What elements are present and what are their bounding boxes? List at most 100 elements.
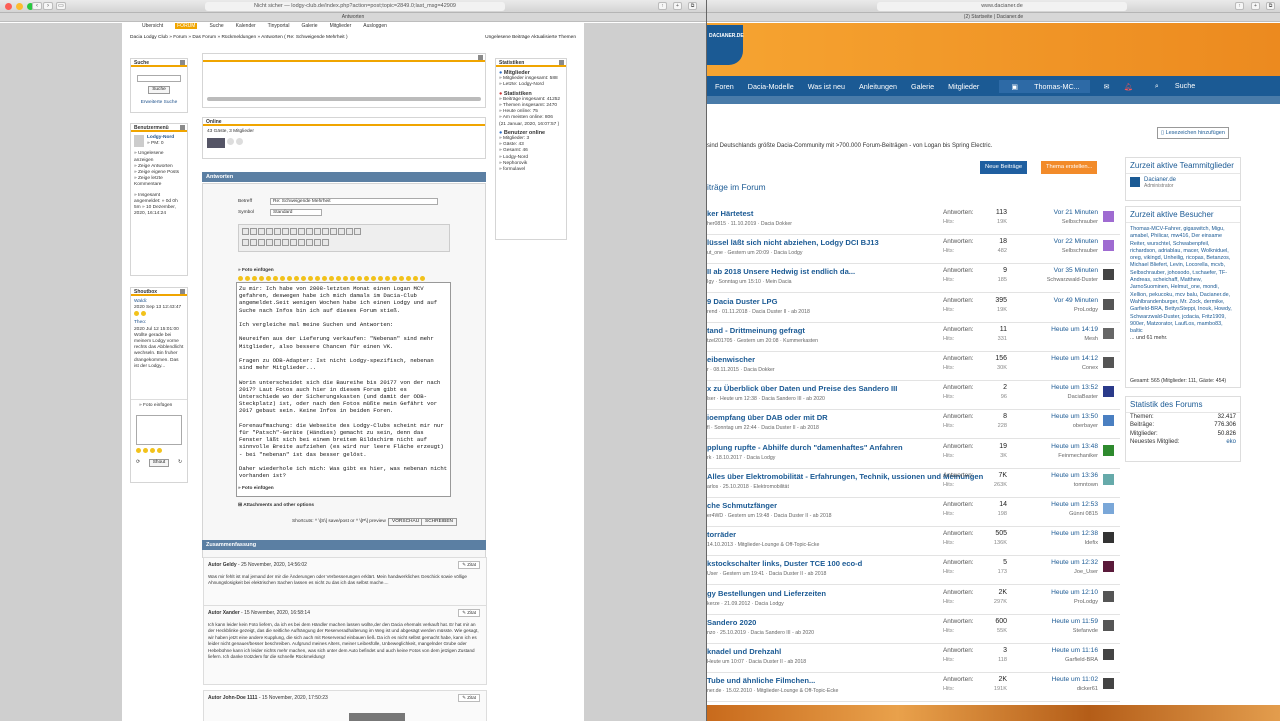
address-bar[interactable]: Nicht sicher — lodgy-club.de/index.php?a… <box>205 2 505 11</box>
last-post-user[interactable]: Stefanvde <box>1073 628 1098 634</box>
source-button[interactable] <box>354 228 361 235</box>
add-tab-icon[interactable]: + <box>1251 2 1260 10</box>
smiley-icon[interactable] <box>287 276 292 281</box>
email-button[interactable] <box>346 228 353 235</box>
last-poster-avatar[interactable] <box>1103 678 1114 690</box>
last-post-user[interactable]: Conex <box>1082 365 1098 371</box>
thread-title[interactable]: tand - Drittmeinung gefragt <box>707 326 805 335</box>
attachments-toggle[interactable]: ⊞ Attachments and other options <box>238 503 314 509</box>
last-post-user[interactable]: Selbschrauber <box>1062 219 1098 225</box>
subject-input[interactable]: Re: Schweigende Mehrheit <box>270 198 438 205</box>
breadcrumb[interactable]: Dacia Lodgy Club » Forum » Das Forum » R… <box>130 35 348 40</box>
smiley-icon[interactable] <box>308 276 313 281</box>
smiley-icon[interactable] <box>371 276 376 281</box>
smiley-icon[interactable] <box>143 448 148 454</box>
nav-anleitungen[interactable]: Anleitungen <box>859 82 897 91</box>
last-post-date[interactable]: Heute um 12:32 <box>1051 559 1098 566</box>
font-button[interactable] <box>314 228 321 235</box>
table-button[interactable] <box>258 239 265 246</box>
smiley-icon[interactable] <box>259 276 264 281</box>
nav-search[interactable]: Suche <box>209 23 223 29</box>
thread-title[interactable]: eibenwischer <box>707 355 755 364</box>
collapse-icon[interactable] <box>180 60 185 65</box>
tab-antworten[interactable]: Antworten <box>0 13 706 22</box>
thread-title[interactable]: Alles über Elektromobilität - Erfahrunge… <box>707 472 983 481</box>
last-post-user[interactable]: Selbschrauber <box>1062 248 1098 254</box>
smiley-icon[interactable] <box>266 276 271 281</box>
last-poster-avatar[interactable] <box>1103 211 1114 222</box>
thread-row[interactable]: knadel und Drehzahl Heute um 10:07 · Daci… <box>707 644 1120 673</box>
smiley-icon[interactable] <box>413 276 418 281</box>
quote-button[interactable]: ✎ Zitat <box>458 694 480 702</box>
sidebar-icon[interactable]: ▭ <box>56 2 66 10</box>
site-logo[interactable]: DACIANER.DE <box>707 25 744 65</box>
last-poster-avatar[interactable] <box>1103 357 1114 368</box>
last-post-date[interactable]: Heute um 13:52 <box>1051 384 1098 391</box>
last-poster-avatar[interactable] <box>1103 649 1114 660</box>
collapse-icon[interactable] <box>559 60 564 65</box>
list-button[interactable] <box>298 239 305 246</box>
tab-startseite[interactable]: (2) Startseite | Dacianer.de <box>707 13 1280 22</box>
smiley-icon[interactable] <box>329 276 334 281</box>
collapse-icon[interactable] <box>180 289 185 294</box>
thread-title[interactable]: Sandero 2020 <box>707 618 756 627</box>
smiley-icon[interactable] <box>420 276 425 281</box>
visitors-list[interactable]: Thomas-MCV-Fahrer, gigaswitch, Migu, ama… <box>1126 223 1240 346</box>
smiley-icon[interactable] <box>350 276 355 281</box>
nav-mitglieder[interactable]: Mitglieder <box>948 82 979 91</box>
nav-tinyportal[interactable]: Tinyportal <box>268 23 290 29</box>
toggle-view-button[interactable] <box>322 239 329 246</box>
thread-row[interactable]: Alles über Elektromobilität - Erfahrunge… <box>707 469 1120 498</box>
horizontal-scrollbar[interactable] <box>207 97 481 101</box>
last-post-user[interactable]: tomntown <box>1074 482 1098 488</box>
nav-forum[interactable]: FORUM <box>175 23 198 29</box>
thread-title[interactable]: 9 Dacia Duster LPG <box>707 297 777 306</box>
quote-button[interactable] <box>274 239 281 246</box>
user-link-comments[interactable]: » Zeige letzte Kommentare <box>134 176 184 188</box>
thread-title[interactable]: Tube und ähnliche Filmchen... <box>707 676 815 685</box>
smiley-icon[interactable] <box>280 276 285 281</box>
last-poster-avatar[interactable] <box>1103 298 1114 310</box>
last-poster-avatar[interactable] <box>1103 415 1114 427</box>
quote-button[interactable]: ✎ Zitat <box>458 609 480 617</box>
youtube-button[interactable] <box>242 239 249 246</box>
last-post-date[interactable]: Heute um 13:48 <box>1051 443 1098 450</box>
share-icon[interactable]: ↑ <box>1235 2 1244 10</box>
last-poster-avatar[interactable] <box>1103 590 1114 602</box>
history-icon[interactable]: ⟳ <box>136 460 140 466</box>
last-post-user[interactable]: ProLodgy <box>1074 307 1098 313</box>
bell-icon[interactable]: 🔔︎ <box>1124 82 1133 91</box>
create-thread-button[interactable]: Thema erstellen... <box>1041 161 1098 174</box>
last-post-user[interactable]: Idefix <box>1085 540 1098 546</box>
last-poster-avatar[interactable] <box>1103 473 1114 485</box>
last-post-user[interactable]: oberbayer <box>1073 423 1098 429</box>
last-post-user[interactable]: Mesh <box>1084 336 1098 342</box>
last-poster-avatar[interactable] <box>1103 503 1114 514</box>
smiley-icon[interactable] <box>406 276 411 281</box>
smiley-icon[interactable] <box>252 276 257 281</box>
last-post-user[interactable]: ProLodgy <box>1074 599 1098 605</box>
shout-input[interactable] <box>136 415 182 446</box>
last-post-date[interactable]: Vor 49 Minuten <box>1054 297 1098 304</box>
olist-button[interactable] <box>306 239 313 246</box>
nav-foren[interactable]: Foren <box>715 82 734 91</box>
thread-title[interactable]: torräder <box>707 530 736 539</box>
smiley-icon[interactable] <box>364 276 369 281</box>
last-poster-avatar[interactable] <box>1103 327 1114 339</box>
smiley-icon[interactable] <box>343 276 348 281</box>
address-bar[interactable]: www.dacianer.de <box>877 2 1127 11</box>
thread-row[interactable]: II ab 2018 Unsere Hedwig ist endlich da.… <box>707 264 1120 294</box>
last-post-user[interactable]: Günni 0815 <box>1069 511 1098 517</box>
thread-row[interactable]: pplung rupfte - Abhilfe durch "damenhaft… <box>707 440 1120 469</box>
thread-title[interactable]: ker Härtetest <box>707 209 753 218</box>
last-post-date[interactable]: Heute um 11:59 <box>1052 618 1098 625</box>
avatar[interactable] <box>227 138 234 146</box>
smiley-icon[interactable] <box>357 276 362 281</box>
new-posts-button[interactable]: Neue Beiträge <box>980 161 1028 174</box>
bookmark-button[interactable]: ▯ Lesezeichen hinzufügen <box>1157 127 1229 139</box>
nav-logout[interactable]: Ausloggen <box>363 23 387 29</box>
last-post-date[interactable]: Heute um 14:19 <box>1051 326 1098 333</box>
thread-row[interactable]: ioempfang über DAB oder mit DR fl · Sonnt… <box>707 410 1120 440</box>
sup-button[interactable] <box>282 239 289 246</box>
avatar[interactable] <box>207 138 225 149</box>
